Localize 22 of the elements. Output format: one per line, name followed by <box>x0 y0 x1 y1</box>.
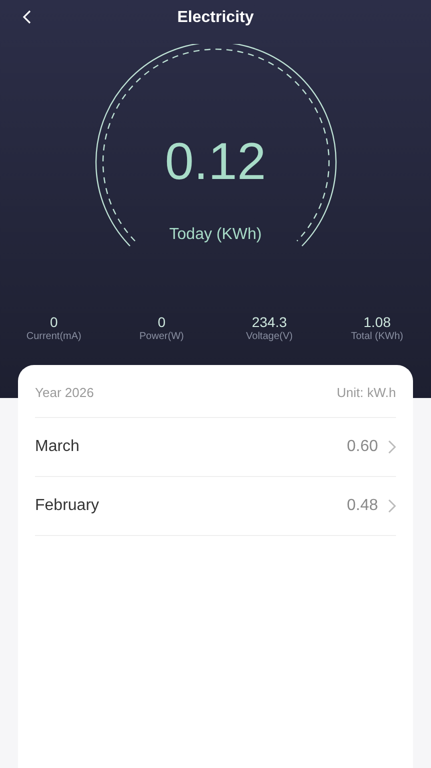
unit-label: Unit: kW.h <box>336 384 396 400</box>
stat-value: 1.08 <box>364 314 391 330</box>
chevron-right-icon <box>388 440 396 454</box>
page-title: Electricity <box>177 9 254 27</box>
year-label: Year 2026 <box>35 384 94 400</box>
stat-label: Voltage(V) <box>246 330 293 343</box>
month-value: 0.48 <box>346 497 378 515</box>
today-energy-label: Today (KWh) <box>169 226 262 244</box>
month-value: 0.60 <box>346 438 378 456</box>
stat-value: 0 <box>50 314 58 330</box>
chevron-right-icon <box>388 499 396 513</box>
stat-label: Current(mA) <box>26 330 82 343</box>
today-energy-value: 0.12 <box>164 136 266 188</box>
stat-label: Total (KWh) <box>351 330 404 343</box>
back-icon[interactable] <box>22 10 32 24</box>
stat-label: Power(W) <box>139 330 184 343</box>
month-row[interactable]: February 0.48 <box>35 477 396 536</box>
month-row[interactable]: March 0.60 <box>35 418 396 477</box>
stat-value: 0 <box>158 314 166 330</box>
month-name: February <box>35 497 100 515</box>
month-name: March <box>35 438 80 456</box>
stat-value: 234.3 <box>252 314 287 330</box>
